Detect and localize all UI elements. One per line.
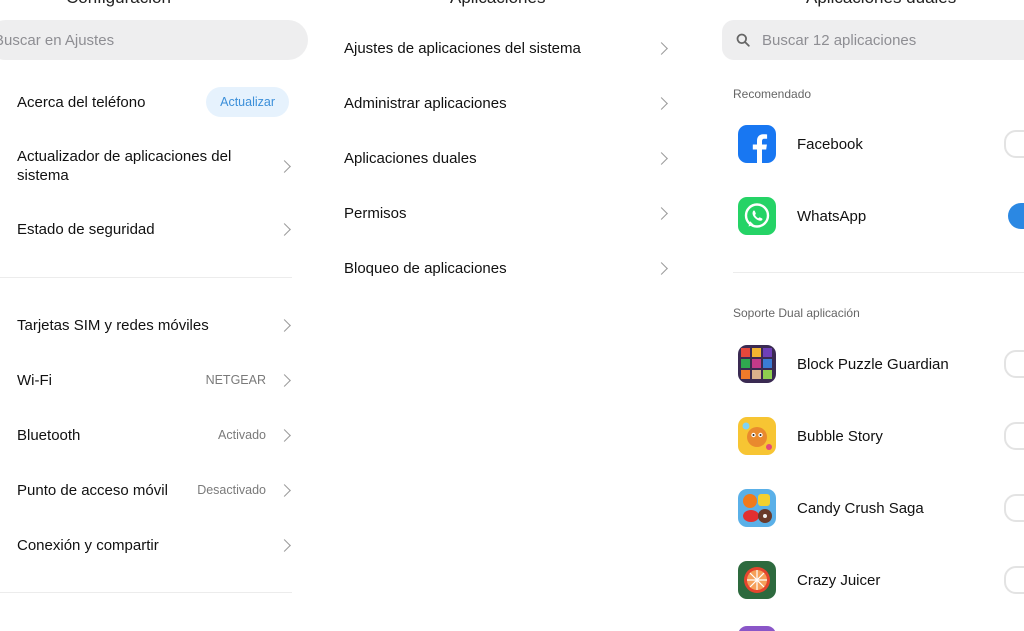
sim-networks-item[interactable]: Tarjetas SIM y redes móviles [0, 313, 310, 337]
manage-apps-item[interactable]: Administrar aplicaciones [310, 91, 690, 115]
dual-search-input[interactable]: Buscar 12 aplicaciones [722, 20, 1024, 60]
dual-apps-label: Aplicaciones duales [344, 149, 477, 167]
settings-panel: Configuración Buscar en Ajustes Acerca d… [0, 0, 310, 631]
settings-title: Configuración [66, 0, 171, 8]
about-phone-item[interactable]: Acerca del teléfono Actualizar [0, 85, 310, 119]
connection-sharing-item[interactable]: Conexión y compartir [0, 533, 310, 557]
system-app-updater-label: Actualizador de aplicaciones del sistema [17, 148, 232, 184]
section-divider [733, 272, 1024, 273]
chevron-right-icon [655, 206, 668, 220]
security-status-item[interactable]: Estado de seguridad [0, 217, 310, 241]
dual-apps-title: Aplicaciones duales [806, 0, 956, 8]
whatsapp-icon [738, 197, 776, 235]
hotspot-item[interactable]: Punto de acceso móvil Desactivado [0, 478, 310, 502]
system-app-settings-label: Ajustes de aplicaciones del sistema [344, 39, 581, 57]
permissions-item[interactable]: Permisos [310, 201, 690, 225]
system-app-updater-item[interactable]: Actualizador de aplicaciones del sistema [0, 146, 310, 186]
chevron-right-icon [278, 483, 291, 497]
dual-toggle[interactable] [1004, 494, 1024, 522]
crazy-juicer-icon [738, 561, 776, 599]
connection-sharing-label: Conexión y compartir [17, 536, 159, 554]
search-placeholder: Buscar en Ajustes [0, 31, 115, 49]
chevron-right-icon [278, 428, 291, 442]
app-lock-item[interactable]: Bloqueo de aplicaciones [310, 256, 690, 280]
wifi-item[interactable]: Wi-Fi NETGEAR [0, 368, 310, 392]
dual-support-header: Soporte Dual aplicación [733, 306, 860, 320]
chevron-right-icon [655, 41, 668, 55]
block-puzzle-icon [738, 345, 776, 383]
wifi-value: NETGEAR [205, 373, 266, 387]
dual-toggle[interactable] [1004, 130, 1024, 158]
sim-networks-label: Tarjetas SIM y redes móviles [17, 316, 209, 334]
chevron-right-icon [655, 96, 668, 110]
chevron-right-icon [278, 318, 291, 332]
app-name: Facebook [797, 135, 863, 153]
app-name: Bubble Story [797, 427, 883, 445]
app-row-facebook[interactable]: Facebook [690, 125, 1024, 163]
dual-toggle[interactable] [1004, 350, 1024, 378]
hotspot-label: Punto de acceso móvil [17, 481, 168, 499]
bluetooth-item[interactable]: Bluetooth Activado [0, 423, 310, 447]
apps-panel: Aplicaciones Ajustes de aplicaciones del… [310, 0, 690, 631]
app-row-bubble-story[interactable]: Bubble Story [690, 417, 1024, 455]
dual-toggle[interactable] [1004, 566, 1024, 594]
next-app-icon [738, 626, 776, 631]
app-row-block-puzzle[interactable]: Block Puzzle Guardian [690, 345, 1024, 383]
dual-toggle[interactable] [1008, 203, 1024, 229]
apps-title: Aplicaciones [450, 0, 545, 8]
candy-crush-icon [738, 489, 776, 527]
app-name: Crazy Juicer [797, 571, 881, 589]
chevron-right-icon [655, 261, 668, 275]
chevron-right-icon [278, 538, 291, 552]
app-row-whatsapp[interactable]: WhatsApp [690, 197, 1024, 235]
app-name: Block Puzzle Guardian [797, 355, 949, 373]
settings-search-input[interactable]: Buscar en Ajustes [0, 20, 308, 60]
app-row-crazy-juicer[interactable]: Crazy Juicer [690, 561, 1024, 599]
app-name: WhatsApp [797, 207, 867, 225]
search-icon [736, 33, 750, 47]
dual-toggle[interactable] [1004, 422, 1024, 450]
bluetooth-label: Bluetooth [17, 426, 81, 444]
bubble-story-icon [738, 417, 776, 455]
permissions-label: Permisos [344, 204, 407, 222]
section-divider [0, 592, 292, 593]
security-status-label: Estado de seguridad [17, 220, 155, 238]
system-app-settings-item[interactable]: Ajustes de aplicaciones del sistema [310, 36, 690, 60]
about-phone-label: Acerca del teléfono [17, 93, 146, 111]
dual-apps-panel: Aplicaciones duales Buscar 12 aplicacion… [690, 0, 1024, 631]
chevron-right-icon [278, 159, 291, 173]
chevron-right-icon [278, 373, 291, 387]
dual-apps-item[interactable]: Aplicaciones duales [310, 146, 690, 170]
facebook-icon [738, 125, 776, 163]
hotspot-value: Desactivado [197, 483, 266, 497]
wifi-label: Wi-Fi [17, 371, 52, 389]
chevron-right-icon [655, 151, 668, 165]
section-divider [0, 277, 292, 278]
search-placeholder: Buscar 12 aplicaciones [762, 31, 917, 49]
bluetooth-value: Activado [218, 428, 266, 442]
app-name: Candy Crush Saga [797, 499, 924, 517]
recommended-header: Recomendado [733, 87, 812, 101]
app-lock-label: Bloqueo de aplicaciones [344, 259, 507, 277]
manage-apps-label: Administrar aplicaciones [344, 94, 507, 112]
chevron-right-icon [278, 222, 291, 236]
app-row-candy-crush[interactable]: Candy Crush Saga [690, 489, 1024, 527]
update-badge[interactable]: Actualizar [206, 87, 289, 117]
